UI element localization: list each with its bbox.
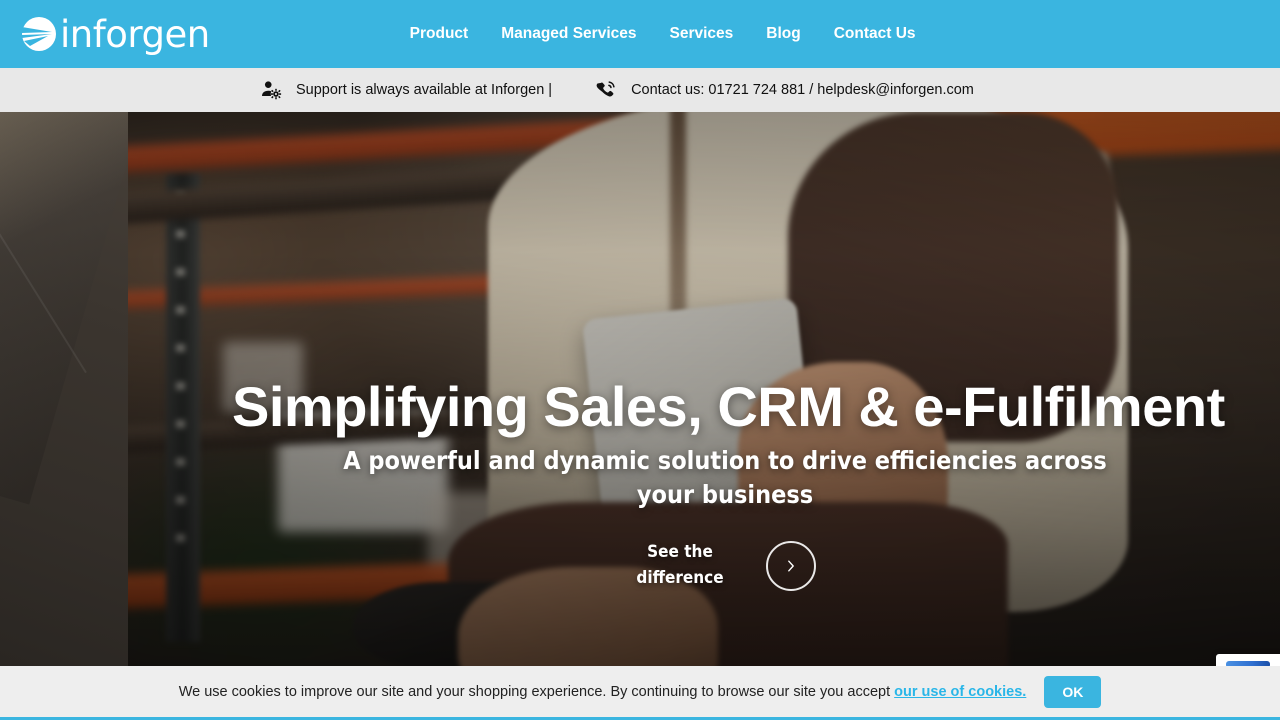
- site-header: inforgen Product Managed Services Servic…: [0, 0, 1280, 68]
- chevron-right-icon[interactable]: [766, 540, 816, 591]
- nav-item-contact-us[interactable]: Contact Us: [834, 25, 916, 43]
- page-root: inforgen Product Managed Services Servic…: [0, 0, 1280, 720]
- hero-cta-label[interactable]: See the difference: [620, 540, 740, 591]
- person-gear-icon: [260, 79, 282, 101]
- cookie-accept-button[interactable]: OK: [1044, 675, 1102, 708]
- contact-text: Contact us: 01721 724 881 / helpdesk@inf…: [631, 82, 974, 98]
- cookie-message: We use cookies to improve our site and y…: [179, 684, 1027, 700]
- cookie-policy-link[interactable]: our use of cookies.: [894, 684, 1026, 700]
- nav-item-services[interactable]: Services: [669, 25, 733, 43]
- inforgen-logo-icon: [18, 13, 60, 55]
- brand-logo[interactable]: inforgen: [18, 8, 210, 60]
- support-info-group: Support is always available at Inforgen …: [260, 79, 552, 101]
- cookie-message-text: We use cookies to improve our site and y…: [178, 683, 895, 700]
- nav-item-product[interactable]: Product: [410, 25, 469, 43]
- contact-info-group: Contact us: 01721 724 881 / helpdesk@inf…: [595, 79, 974, 101]
- support-bar: Support is always available at Inforgen …: [0, 68, 1280, 112]
- cookie-consent-banner: We use cookies to improve our site and y…: [0, 666, 1280, 720]
- nav-item-blog[interactable]: Blog: [766, 25, 800, 43]
- brand-name: inforgen: [60, 12, 210, 56]
- nav-item-managed-services[interactable]: Managed Services: [501, 25, 636, 43]
- hero-cta[interactable]: See the difference: [620, 540, 816, 591]
- phone-in-talk-icon: [595, 79, 617, 101]
- primary-nav: Product Managed Services Services Blog C…: [410, 25, 916, 43]
- support-text: Support is always available at Inforgen …: [296, 82, 553, 98]
- hero-previous-slide-sliver[interactable]: [0, 112, 128, 666]
